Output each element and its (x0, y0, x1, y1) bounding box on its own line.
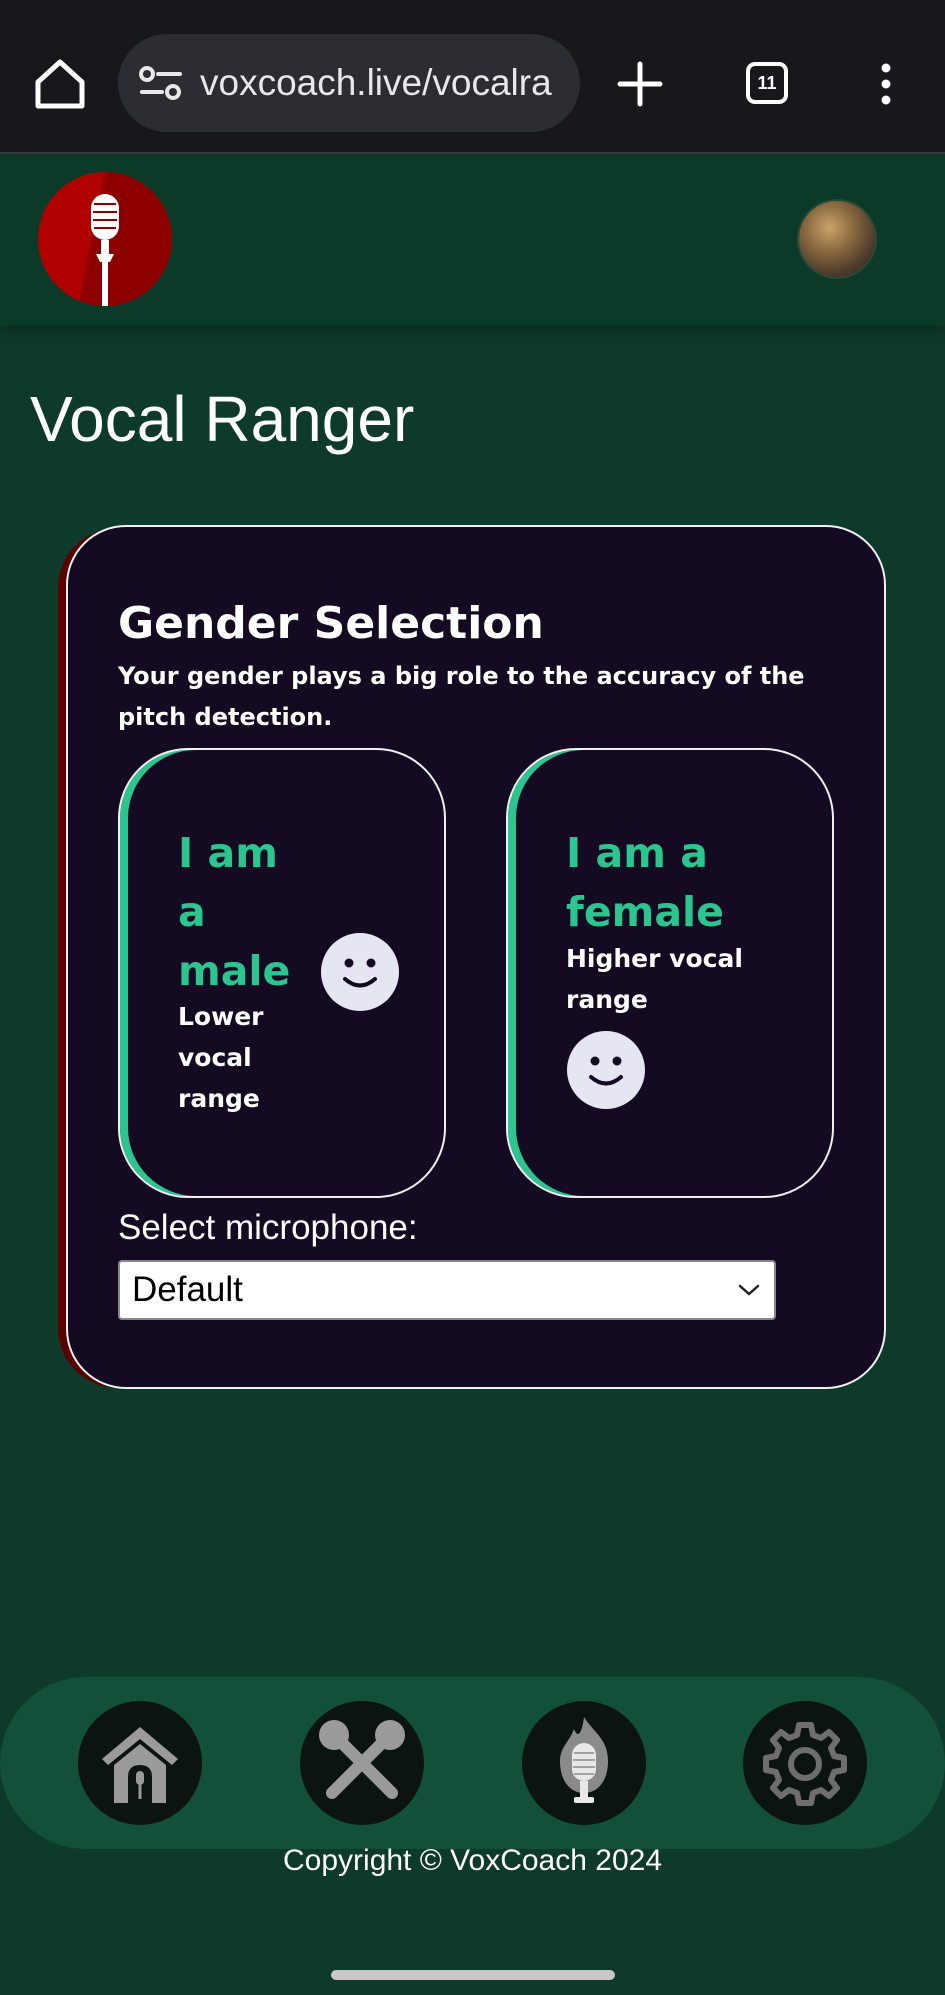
card-subtitle: Your gender plays a big role to the accu… (118, 662, 805, 731)
female-option-description: Higher vocal range (566, 944, 743, 1014)
smiley-icon (567, 1031, 645, 1109)
nav-tools-button[interactable] (300, 1701, 424, 1825)
url-text[interactable]: voxcoach.live/vocalra (200, 62, 552, 104)
microphone-select[interactable]: Default (118, 1260, 776, 1320)
address-bar[interactable]: voxcoach.live/vocalra (118, 34, 580, 132)
male-option-description: Lower vocal range (178, 1002, 264, 1113)
male-option-button[interactable]: I am a male Lower vocal range (118, 748, 446, 1198)
card-title: Gender Selection (118, 598, 544, 649)
nav-home-button[interactable] (78, 1701, 202, 1825)
female-option-button[interactable]: I am a female Higher vocal range (506, 748, 834, 1198)
new-tab-icon[interactable] (612, 56, 668, 112)
tab-switcher-button[interactable]: 11 (746, 62, 788, 104)
browser-toolbar: voxcoach.live/vocalra 11 (0, 0, 945, 154)
female-option-title: I am a female (566, 829, 724, 936)
gear-icon (763, 1722, 847, 1806)
flaming-microphone-icon (560, 1717, 608, 1803)
microphone-label: Select microphone: (118, 1208, 418, 1247)
smiley-icon (321, 933, 399, 1011)
microphone-selected-value: Default (132, 1270, 243, 1309)
microphone-logo-icon (78, 172, 172, 306)
site-settings-icon[interactable] (138, 63, 184, 103)
crossed-microphones-icon (319, 1720, 405, 1799)
user-avatar[interactable] (797, 199, 877, 279)
gesture-navigation-bar[interactable] (331, 1970, 615, 1980)
copyright-text: Copyright © VoxCoach 2024 (283, 1844, 662, 1877)
home-icon (102, 1727, 178, 1803)
more-options-icon[interactable] (872, 60, 900, 108)
nav-warmup-button[interactable] (522, 1701, 646, 1825)
nav-settings-button[interactable] (743, 1701, 867, 1825)
page-title: Vocal Ranger (30, 383, 415, 455)
tab-count: 11 (757, 72, 777, 93)
male-option-title: I am a male (178, 829, 291, 995)
voxcoach-logo[interactable] (38, 172, 172, 306)
chevron-down-icon (738, 1284, 760, 1296)
home-icon[interactable] (28, 52, 92, 116)
